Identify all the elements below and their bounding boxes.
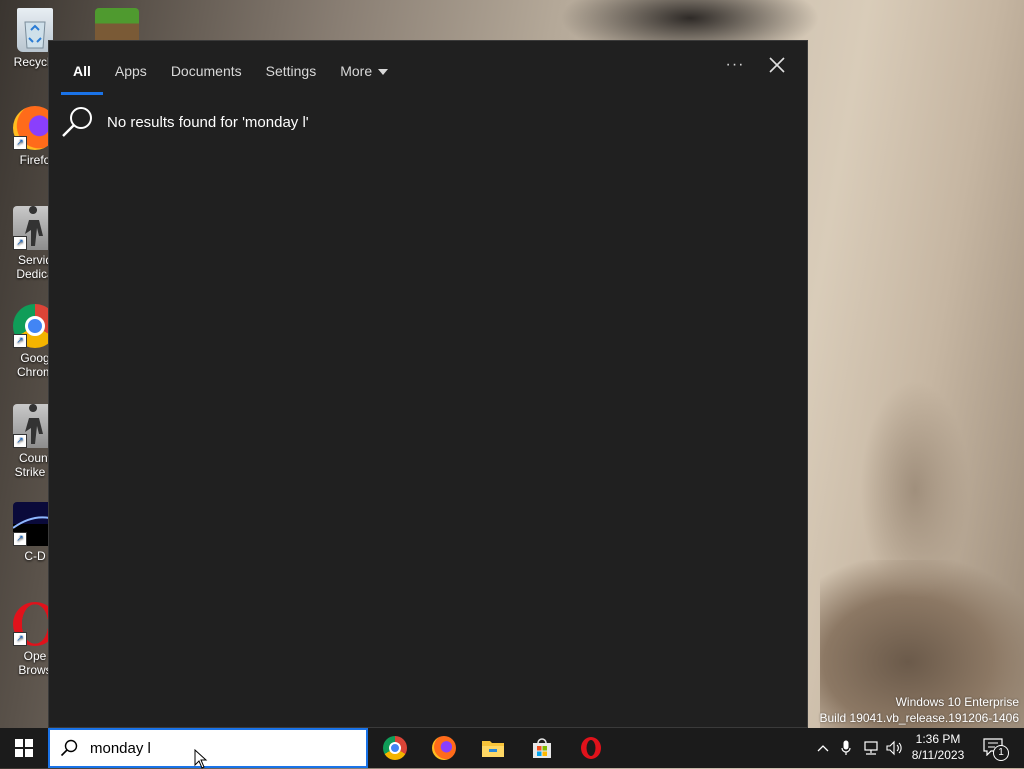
- shortcut-arrow-icon: ↗: [13, 334, 27, 348]
- file-explorer-icon: [482, 741, 504, 757]
- windows-logo-icon: [15, 739, 33, 757]
- shortcut-arrow-icon: ↗: [13, 434, 27, 448]
- no-results-message: No results found for 'monday l': [61, 105, 309, 139]
- action-center-button[interactable]: 1: [980, 728, 1009, 768]
- shortcut-arrow-icon: ↗: [13, 136, 27, 150]
- taskbar-search-box[interactable]: [48, 728, 368, 768]
- tab-label: Documents: [170, 63, 242, 79]
- close-button[interactable]: [765, 53, 789, 77]
- tab-documents[interactable]: Documents: [159, 53, 254, 89]
- chevron-up-icon: [817, 745, 829, 752]
- search-icon: [60, 739, 78, 757]
- no-results-text: No results found for 'monday l': [107, 113, 309, 131]
- caret-down-icon: [378, 69, 389, 76]
- taskbar-app-chrome[interactable]: [371, 728, 419, 768]
- firefox-icon: [432, 736, 456, 760]
- tab-more-dropdown[interactable]: More: [328, 53, 400, 89]
- microphone-icon: [841, 740, 851, 755]
- close-icon: [769, 57, 785, 73]
- search-results-panel: All Apps Documents Settings More ··· No …: [48, 40, 808, 728]
- taskbar: 1:36 PM 8/11/2023 1: [0, 728, 1024, 768]
- microsoft-store-icon: [533, 738, 551, 758]
- tab-all[interactable]: All: [61, 53, 103, 95]
- more-options-button[interactable]: ···: [723, 55, 747, 79]
- start-button[interactable]: [0, 728, 48, 768]
- taskbar-app-firefox[interactable]: [420, 728, 468, 768]
- search-filter-tabs: All Apps Documents Settings More: [61, 49, 400, 95]
- clock-date: 8/11/2023: [911, 748, 965, 762]
- tab-label: Apps: [114, 63, 147, 79]
- show-hidden-icons-button[interactable]: [812, 728, 834, 768]
- tab-apps[interactable]: Apps: [103, 53, 159, 89]
- taskbar-app-opera[interactable]: [567, 728, 615, 768]
- shortcut-arrow-icon: ↗: [13, 532, 27, 546]
- mouse-cursor-icon: [194, 749, 208, 769]
- tab-settings[interactable]: Settings: [254, 53, 329, 89]
- taskbar-app-microsoft-store[interactable]: [518, 728, 566, 768]
- watermark-build: Build 19041.vb_release.191206-1406: [819, 711, 1020, 725]
- notification-count-badge: 1: [993, 745, 1009, 761]
- tab-label: All: [73, 63, 91, 79]
- tab-label: Settings: [265, 63, 317, 79]
- search-icon: [62, 107, 92, 137]
- tab-label: More: [340, 63, 373, 79]
- clock-time: 1:36 PM: [915, 732, 961, 746]
- microphone-tray-button[interactable]: [836, 728, 856, 768]
- network-icon: [864, 741, 878, 755]
- search-input[interactable]: [88, 738, 352, 758]
- taskbar-clock[interactable]: 1:36 PM 8/11/2023: [902, 731, 974, 763]
- taskbar-app-file-explorer[interactable]: [469, 728, 517, 768]
- watermark-edition: Windows 10 Enterprise: [895, 695, 1019, 709]
- wallpaper-detail: [860, 380, 970, 600]
- windows-build-watermark: Windows 10 Enterprise Build 19041.vb_rel…: [820, 694, 1020, 726]
- chrome-icon: [383, 736, 407, 760]
- network-tray-button[interactable]: [860, 728, 882, 768]
- shortcut-arrow-icon: ↗: [13, 236, 27, 250]
- opera-icon: [581, 737, 601, 759]
- shortcut-arrow-icon: ↗: [13, 632, 27, 646]
